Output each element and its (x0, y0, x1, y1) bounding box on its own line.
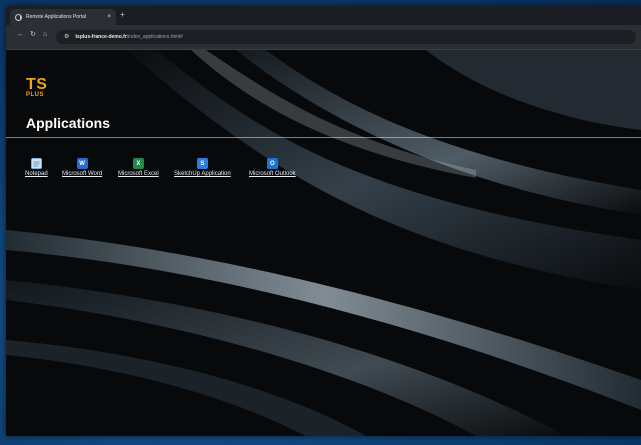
sketchup-icon: S (196, 158, 208, 169)
app-label[interactable]: Microsoft Excel (118, 171, 159, 177)
tsplus-logo: TS PLUS (26, 76, 54, 99)
tab-title: Remote Applications Portal (26, 14, 87, 20)
app-label[interactable]: Notepad (25, 171, 48, 177)
page-title: Applications (26, 115, 111, 131)
globe-icon (15, 13, 22, 21)
logo-ts-text: TS (26, 76, 48, 93)
app-microsoft-outlook[interactable]: O Microsoft Outlook (249, 158, 296, 177)
browser-toolbar: → ↻ ⌂ ⚙ tsplus-france-demo.fr/index_appl… (6, 25, 641, 50)
app-microsoft-excel[interactable]: X Microsoft Excel (118, 158, 159, 177)
app-notepad[interactable]: Notepad (25, 158, 48, 177)
close-icon[interactable]: × (107, 14, 111, 20)
new-tab-button[interactable]: + (120, 11, 125, 19)
app-label[interactable]: Microsoft Outlook (249, 171, 296, 177)
app-label[interactable]: SketchUp Application (174, 171, 231, 177)
app-microsoft-word[interactable]: W Microsoft Word (62, 158, 102, 177)
site-settings-icon[interactable]: ⚙ (64, 34, 69, 40)
app-label[interactable]: Microsoft Word (62, 171, 102, 177)
tab-strip: Remote Applications Portal × + (6, 6, 641, 25)
url-host: tsplus-france-demo.fr (75, 34, 127, 40)
notepad-icon (30, 158, 42, 169)
page-content: TS PLUS Applications Notepad W Microsoft… (6, 50, 641, 436)
url-text[interactable]: tsplus-france-demo.fr/index_applications… (75, 34, 183, 40)
tab-remote-applications-portal[interactable]: Remote Applications Portal × (10, 9, 116, 25)
word-icon: W (76, 158, 88, 169)
title-divider (6, 137, 641, 138)
arrow-right-icon[interactable]: → (16, 31, 23, 38)
excel-icon: X (132, 158, 144, 169)
outlook-icon: O (266, 158, 278, 169)
address-bar[interactable]: ⚙ tsplus-france-demo.fr/index_applicatio… (56, 30, 636, 44)
wave-background-image (6, 50, 641, 436)
browser-window: Remote Applications Portal × + → ↻ ⌂ ⚙ t… (6, 6, 641, 436)
url-path: /index_applications.html# (126, 34, 183, 40)
reload-icon[interactable]: ↻ (30, 31, 36, 38)
home-icon[interactable]: ⌂ (43, 31, 47, 38)
logo-plus-text: PLUS (26, 92, 45, 98)
app-sketchup-application[interactable]: S SketchUp Application (174, 158, 231, 177)
